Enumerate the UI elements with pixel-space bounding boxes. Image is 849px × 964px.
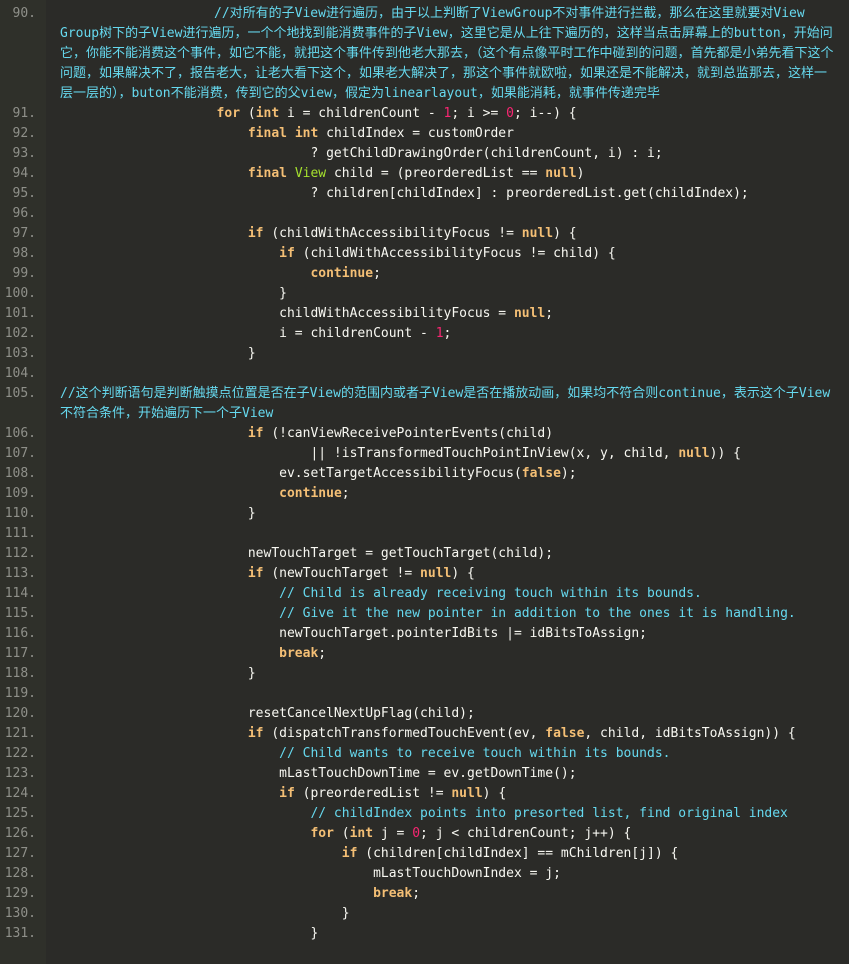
line-number: 105.: [4, 386, 36, 401]
code-line[interactable]: mLastTouchDownIndex = j;: [60, 864, 849, 884]
code-line[interactable]: for (int i = childrenCount - 1; i >= 0; …: [60, 104, 849, 124]
code-line[interactable]: if (childWithAccessibilityFocus != null)…: [60, 224, 849, 244]
code-line[interactable]: mLastTouchDownTime = ev.getDownTime();: [60, 764, 849, 784]
line-number: 101.: [4, 306, 36, 321]
line-number: 102.: [4, 326, 36, 341]
code-line[interactable]: continue;: [60, 484, 849, 504]
code-line[interactable]: break;: [60, 884, 849, 904]
line-number: 120.: [4, 706, 36, 721]
code-area[interactable]: //对所有的子View进行遍历，由于以上判断了ViewGroup不对事件进行拦截…: [46, 0, 849, 964]
line-number: 119.: [4, 686, 36, 701]
line-number: 116.: [4, 626, 36, 641]
code-line[interactable]: i = childrenCount - 1;: [60, 324, 849, 344]
line-number: 126.: [4, 826, 36, 841]
code-line[interactable]: // Give it the new pointer in addition t…: [60, 604, 849, 624]
line-number: 103.: [4, 346, 36, 361]
line-number: 129.: [4, 886, 36, 901]
line-number: 106.: [4, 426, 36, 441]
line-number: 112.: [4, 546, 36, 561]
line-number: 91.: [12, 106, 36, 121]
code-line[interactable]: for (int j = 0; j < childrenCount; j++) …: [60, 824, 849, 844]
line-number: 94.: [12, 166, 36, 181]
code-line[interactable]: newTouchTarget.pointerIdBits |= idBitsTo…: [60, 624, 849, 644]
code-comment[interactable]: //对所有的子View进行遍历，由于以上判断了ViewGroup不对事件进行拦截…: [60, 4, 849, 104]
code-line[interactable]: if (children[childIndex] == mChildren[j]…: [60, 844, 849, 864]
line-number: 118.: [4, 666, 36, 681]
line-number: 114.: [4, 586, 36, 601]
line-number: 125.: [4, 806, 36, 821]
line-number: 131.: [4, 926, 36, 941]
code-line[interactable]: // Child wants to receive touch within i…: [60, 744, 849, 764]
code-line[interactable]: [60, 204, 849, 224]
line-number: 122.: [4, 746, 36, 761]
line-number: 104.: [4, 366, 36, 381]
line-number-gutter: 90. 91. 92. 93. 94. 95. 96. 97. 98. 99. 100. 101. 10…: [0, 0, 46, 964]
line-number: 113.: [4, 566, 36, 581]
line-number: 95.: [12, 186, 36, 201]
code-line[interactable]: }: [60, 924, 849, 944]
code-line[interactable]: final int childIndex = customOrder: [60, 124, 849, 144]
code-line[interactable]: }: [60, 504, 849, 524]
line-number: 93.: [12, 146, 36, 161]
code-line[interactable]: || !isTransformedTouchPointInView(x, y, …: [60, 444, 849, 464]
code-line[interactable]: if (dispatchTransformedTouchEvent(ev, fa…: [60, 724, 849, 744]
code-line[interactable]: // Child is already receiving touch with…: [60, 584, 849, 604]
code-line[interactable]: newTouchTarget = getTouchTarget(child);: [60, 544, 849, 564]
line-number: 115.: [4, 606, 36, 621]
code-line[interactable]: }: [60, 344, 849, 364]
code-line[interactable]: ev.setTargetAccessibilityFocus(false);: [60, 464, 849, 484]
line-number: 111.: [4, 526, 36, 541]
line-number: 97.: [12, 226, 36, 241]
code-line[interactable]: final View child = (preorderedList == nu…: [60, 164, 849, 184]
code-line[interactable]: resetCancelNextUpFlag(child);: [60, 704, 849, 724]
code-line[interactable]: }: [60, 904, 849, 924]
line-number: 108.: [4, 466, 36, 481]
line-number: 100.: [4, 286, 36, 301]
line-number: 90.: [12, 6, 36, 21]
line-number: 124.: [4, 786, 36, 801]
line-number: 128.: [4, 866, 36, 881]
code-line[interactable]: if (newTouchTarget != null) {: [60, 564, 849, 584]
line-number: 98.: [12, 246, 36, 261]
line-number: 117.: [4, 646, 36, 661]
code-line[interactable]: }: [60, 284, 849, 304]
code-comment[interactable]: //这个判断语句是判断触摸点位置是否在子View的范围内或者子View是否在播放…: [60, 384, 849, 424]
code-line[interactable]: [60, 364, 849, 384]
code-line[interactable]: if (childWithAccessibilityFocus != child…: [60, 244, 849, 264]
code-line[interactable]: // childIndex points into presorted list…: [60, 804, 849, 824]
line-number: 130.: [4, 906, 36, 921]
line-number: 121.: [4, 726, 36, 741]
code-line[interactable]: childWithAccessibilityFocus = null;: [60, 304, 849, 324]
code-line[interactable]: ? getChildDrawingOrder(childrenCount, i)…: [60, 144, 849, 164]
line-number: 99.: [12, 266, 36, 281]
code-line[interactable]: [60, 684, 849, 704]
code-line[interactable]: }: [60, 664, 849, 684]
line-number: 92.: [12, 126, 36, 141]
line-number: 123.: [4, 766, 36, 781]
code-line[interactable]: [60, 524, 849, 544]
code-line[interactable]: continue;: [60, 264, 849, 284]
code-editor[interactable]: 90. 91. 92. 93. 94. 95. 96. 97. 98. 99. 100. 101. 10…: [0, 0, 849, 964]
line-number: 107.: [4, 446, 36, 461]
code-line[interactable]: break;: [60, 644, 849, 664]
line-number: 127.: [4, 846, 36, 861]
code-line[interactable]: ? children[childIndex] : preorderedList.…: [60, 184, 849, 204]
line-number: 110.: [4, 506, 36, 521]
line-number: 96.: [12, 206, 36, 221]
line-number: 109.: [4, 486, 36, 501]
code-line[interactable]: if (preorderedList != null) {: [60, 784, 849, 804]
code-line[interactable]: if (!canViewReceivePointerEvents(child): [60, 424, 849, 444]
